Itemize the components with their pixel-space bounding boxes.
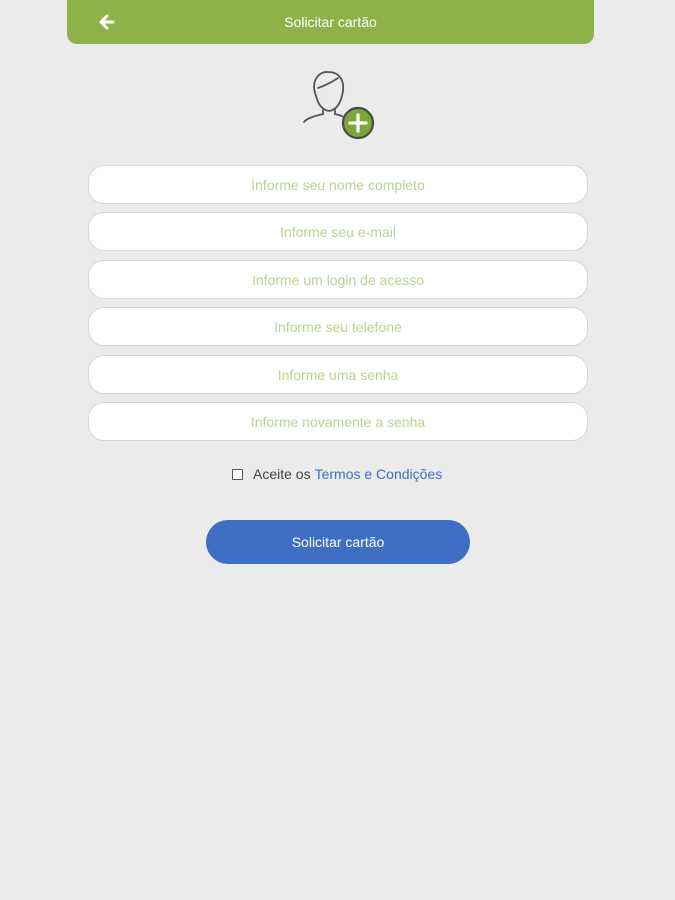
page-title: Solicitar cartão bbox=[284, 14, 377, 30]
login-field[interactable] bbox=[88, 260, 588, 299]
phone-field[interactable] bbox=[88, 307, 588, 346]
confirm-password-field[interactable] bbox=[88, 402, 588, 441]
terms-prefix: Aceite os bbox=[253, 466, 311, 482]
terms-checkbox[interactable] bbox=[232, 468, 243, 480]
add-user-icon bbox=[303, 71, 375, 140]
terms-row: Aceite os Termos e Condições bbox=[232, 465, 442, 483]
email-field[interactable] bbox=[88, 212, 588, 251]
terms-link[interactable]: Termos e Condições bbox=[315, 466, 443, 482]
request-card-button[interactable]: Solicitar cartão bbox=[206, 520, 470, 564]
app-header: Solicitar cartão bbox=[67, 0, 594, 44]
add-user-avatar bbox=[298, 66, 376, 142]
full-name-field[interactable] bbox=[88, 165, 588, 204]
password-field[interactable] bbox=[88, 355, 588, 394]
